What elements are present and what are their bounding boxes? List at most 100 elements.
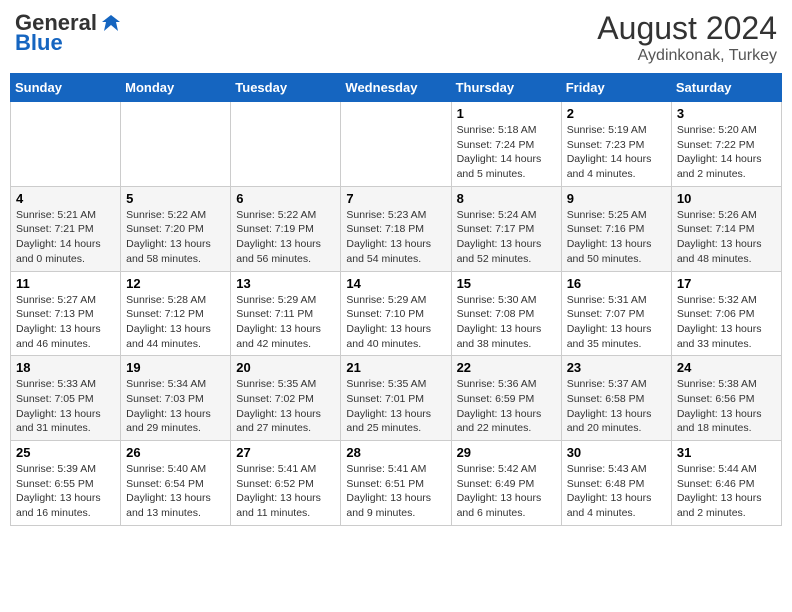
calendar-cell: 24Sunrise: 5:38 AM Sunset: 6:56 PM Dayli… [671,356,781,441]
calendar-cell [121,102,231,187]
calendar-cell: 10Sunrise: 5:26 AM Sunset: 7:14 PM Dayli… [671,186,781,271]
calendar-cell: 8 Sunrise: 5:24 AM Sunset: 7:17 PM Daylig… [451,186,561,271]
calendar-cell: 15 Sunrise: 5:30 AM Sunset: 7:08 PM Dayli… [451,271,561,356]
day-number: 18 [16,360,115,375]
calendar-cell: 17 Sunrise: 5:32 AM Sunset: 7:06 PM Dayli… [671,271,781,356]
calendar-cell: 25 Sunrise: 5:39 AM Sunset: 6:55 PM Dayli… [11,441,121,526]
day-info: Sunrise: 5:20 AM Sunset: 7:22 PM Dayligh… [677,123,776,182]
column-header-sunday: Sunday [11,74,121,102]
day-info: Sunrise: 5:34 AM Sunset: 7:03 PM Dayligh… [126,377,225,436]
calendar-table: SundayMondayTuesdayWednesdayThursdayFrid… [10,73,782,526]
day-number: 25 [16,445,115,460]
day-number: 26 [126,445,225,460]
day-number: 17 [677,276,776,291]
calendar-cell: 31Sunrise: 5:44 AM Sunset: 6:46 PM Dayli… [671,441,781,526]
calendar-cell: 2 Sunrise: 5:19 AM Sunset: 7:23 PM Daylig… [561,102,671,187]
location-subtitle: Aydinkonak, Turkey [597,47,777,65]
day-info: Sunrise: 5:24 AM Sunset: 7:17 PM Dayligh… [457,208,556,267]
calendar-cell: 14Sunrise: 5:29 AM Sunset: 7:10 PM Dayli… [341,271,451,356]
calendar-cell: 30 Sunrise: 5:43 AM Sunset: 6:48 PM Dayli… [561,441,671,526]
calendar-cell: 9Sunrise: 5:25 AM Sunset: 7:16 PM Daylig… [561,186,671,271]
day-info: Sunrise: 5:29 AM Sunset: 7:11 PM Dayligh… [236,293,335,352]
day-info: Sunrise: 5:22 AM Sunset: 7:20 PM Dayligh… [126,208,225,267]
calendar-week-row: 25 Sunrise: 5:39 AM Sunset: 6:55 PM Dayli… [11,441,782,526]
logo: General Blue [15,10,122,56]
day-number: 10 [677,191,776,206]
calendar-cell: 5 Sunrise: 5:22 AM Sunset: 7:20 PM Daylig… [121,186,231,271]
calendar-cell: 12 Sunrise: 5:28 AM Sunset: 7:12 PM Dayli… [121,271,231,356]
calendar-week-row: 4 Sunrise: 5:21 AM Sunset: 7:21 PM Daylig… [11,186,782,271]
day-number: 13 [236,276,335,291]
day-number: 29 [457,445,556,460]
calendar-cell: 28Sunrise: 5:41 AM Sunset: 6:51 PM Dayli… [341,441,451,526]
calendar-cell: 29 Sunrise: 5:42 AM Sunset: 6:49 PM Dayli… [451,441,561,526]
column-header-friday: Friday [561,74,671,102]
day-number: 7 [346,191,445,206]
day-number: 23 [567,360,666,375]
day-info: Sunrise: 5:41 AM Sunset: 6:52 PM Dayligh… [236,462,335,521]
page-header: General Blue August 2024 Aydinkonak, Tur… [10,10,782,65]
month-year-title: August 2024 [597,10,777,47]
day-number: 16 [567,276,666,291]
calendar-cell: 20 Sunrise: 5:35 AM Sunset: 7:02 PM Dayli… [231,356,341,441]
day-info: Sunrise: 5:43 AM Sunset: 6:48 PM Dayligh… [567,462,666,521]
day-number: 30 [567,445,666,460]
calendar-cell: 11 Sunrise: 5:27 AM Sunset: 7:13 PM Dayli… [11,271,121,356]
day-number: 11 [16,276,115,291]
day-number: 6 [236,191,335,206]
day-info: Sunrise: 5:39 AM Sunset: 6:55 PM Dayligh… [16,462,115,521]
calendar-cell: 21 Sunrise: 5:35 AM Sunset: 7:01 PM Dayli… [341,356,451,441]
day-number: 1 [457,106,556,121]
column-header-monday: Monday [121,74,231,102]
column-header-wednesday: Wednesday [341,74,451,102]
calendar-cell: 4 Sunrise: 5:21 AM Sunset: 7:21 PM Daylig… [11,186,121,271]
day-info: Sunrise: 5:18 AM Sunset: 7:24 PM Dayligh… [457,123,556,182]
day-number: 5 [126,191,225,206]
day-number: 2 [567,106,666,121]
day-info: Sunrise: 5:35 AM Sunset: 7:01 PM Dayligh… [346,377,445,436]
day-info: Sunrise: 5:38 AM Sunset: 6:56 PM Dayligh… [677,377,776,436]
day-info: Sunrise: 5:44 AM Sunset: 6:46 PM Dayligh… [677,462,776,521]
day-info: Sunrise: 5:31 AM Sunset: 7:07 PM Dayligh… [567,293,666,352]
day-number: 20 [236,360,335,375]
calendar-cell: 6 Sunrise: 5:22 AM Sunset: 7:19 PM Daylig… [231,186,341,271]
day-info: Sunrise: 5:36 AM Sunset: 6:59 PM Dayligh… [457,377,556,436]
calendar-cell: 7 Sunrise: 5:23 AM Sunset: 7:18 PM Daylig… [341,186,451,271]
day-info: Sunrise: 5:37 AM Sunset: 6:58 PM Dayligh… [567,377,666,436]
day-info: Sunrise: 5:32 AM Sunset: 7:06 PM Dayligh… [677,293,776,352]
day-number: 9 [567,191,666,206]
calendar-cell: 19Sunrise: 5:34 AM Sunset: 7:03 PM Dayli… [121,356,231,441]
column-header-tuesday: Tuesday [231,74,341,102]
day-info: Sunrise: 5:28 AM Sunset: 7:12 PM Dayligh… [126,293,225,352]
day-number: 12 [126,276,225,291]
calendar-cell: 18 Sunrise: 5:33 AM Sunset: 7:05 PM Dayli… [11,356,121,441]
calendar-cell: 23 Sunrise: 5:37 AM Sunset: 6:58 PM Dayli… [561,356,671,441]
day-info: Sunrise: 5:42 AM Sunset: 6:49 PM Dayligh… [457,462,556,521]
day-info: Sunrise: 5:27 AM Sunset: 7:13 PM Dayligh… [16,293,115,352]
day-info: Sunrise: 5:33 AM Sunset: 7:05 PM Dayligh… [16,377,115,436]
day-info: Sunrise: 5:19 AM Sunset: 7:23 PM Dayligh… [567,123,666,182]
calendar-cell: 27Sunrise: 5:41 AM Sunset: 6:52 PM Dayli… [231,441,341,526]
title-area: August 2024 Aydinkonak, Turkey [597,10,777,65]
day-number: 15 [457,276,556,291]
calendar-cell [11,102,121,187]
calendar-cell [231,102,341,187]
column-header-saturday: Saturday [671,74,781,102]
calendar-week-row: 11 Sunrise: 5:27 AM Sunset: 7:13 PM Dayli… [11,271,782,356]
calendar-cell: 22 Sunrise: 5:36 AM Sunset: 6:59 PM Dayli… [451,356,561,441]
day-info: Sunrise: 5:35 AM Sunset: 7:02 PM Dayligh… [236,377,335,436]
day-info: Sunrise: 5:22 AM Sunset: 7:19 PM Dayligh… [236,208,335,267]
day-number: 22 [457,360,556,375]
day-number: 4 [16,191,115,206]
day-number: 14 [346,276,445,291]
calendar-cell: 13 Sunrise: 5:29 AM Sunset: 7:11 PM Dayli… [231,271,341,356]
day-info: Sunrise: 5:23 AM Sunset: 7:18 PM Dayligh… [346,208,445,267]
day-number: 21 [346,360,445,375]
day-info: Sunrise: 5:30 AM Sunset: 7:08 PM Dayligh… [457,293,556,352]
day-info: Sunrise: 5:21 AM Sunset: 7:21 PM Dayligh… [16,208,115,267]
day-number: 8 [457,191,556,206]
logo-bird-icon [100,12,122,34]
calendar-cell: 1 Sunrise: 5:18 AM Sunset: 7:24 PM Daylig… [451,102,561,187]
day-info: Sunrise: 5:41 AM Sunset: 6:51 PM Dayligh… [346,462,445,521]
logo-blue-text: Blue [15,30,63,56]
